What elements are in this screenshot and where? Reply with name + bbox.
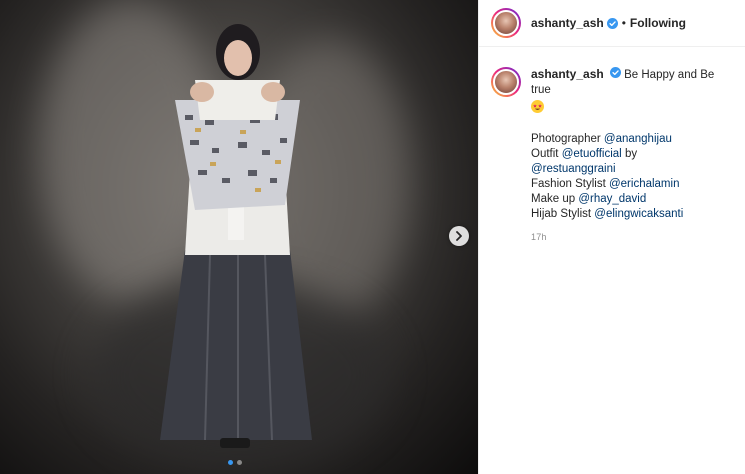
credit-label: Make up <box>531 192 576 205</box>
mention-link[interactable]: @rhay_david <box>578 193 646 205</box>
mention-link[interactable]: @etuofficial <box>562 148 622 160</box>
credit-suffix: by <box>624 147 638 160</box>
avatar[interactable] <box>491 67 521 97</box>
credit-label: Photographer <box>531 132 601 145</box>
credit-line: Fashion Stylist @erichalamin <box>531 177 731 192</box>
post-timestamp[interactable]: 17h <box>531 230 731 245</box>
carousel-indicator <box>228 460 242 465</box>
mention-link[interactable]: @elingwicaksanti <box>594 208 683 220</box>
credit-line: Hijab Stylist @elingwicaksanti <box>531 207 731 222</box>
next-slide-button[interactable] <box>449 226 469 246</box>
credit-line: Outfit @etuofficial by <box>531 147 731 162</box>
mention-link[interactable]: @restuanggraini <box>531 163 616 175</box>
chevron-right-icon <box>456 231 462 241</box>
credit-label: Fashion Stylist <box>531 177 606 190</box>
credit-line: Photographer @ananghijau <box>531 132 731 147</box>
header-separator: • <box>621 16 626 30</box>
following-button[interactable]: Following <box>630 16 686 30</box>
carousel-dot-1 <box>228 460 233 465</box>
star-struck-emoji-icon <box>531 100 544 113</box>
mention-link[interactable]: @ananghijau <box>604 133 672 145</box>
model-figure <box>160 24 312 448</box>
mention-link[interactable]: @erichalamin <box>609 178 679 190</box>
post-photo[interactable] <box>0 0 478 474</box>
caption-body: ashanty_ash Be Happy and Be true Photogr… <box>531 67 731 245</box>
caption-comment: ashanty_ash Be Happy and Be true Photogr… <box>479 47 745 245</box>
credit-line: Make up @rhay_david <box>531 192 731 207</box>
carousel-dot-2 <box>237 460 242 465</box>
verified-badge-icon <box>606 17 618 29</box>
header-username[interactable]: ashanty_ash <box>531 16 604 30</box>
credit-label: Outfit <box>531 147 559 160</box>
avatar[interactable] <box>491 8 521 38</box>
post-side-panel: ashanty_ash • Following ashanty_ash Be H… <box>478 0 745 474</box>
credit-line: @restuanggraini <box>531 162 731 177</box>
caption-credits: Photographer @ananghijau Outfit @etuoffi… <box>531 132 731 222</box>
credit-label: Hijab Stylist <box>531 207 592 220</box>
instagram-post: ashanty_ash • Following ashanty_ash Be H… <box>0 0 745 474</box>
caption-username[interactable]: ashanty_ash <box>531 67 604 81</box>
post-header: ashanty_ash • Following <box>479 0 745 47</box>
verified-badge-icon <box>609 67 621 78</box>
